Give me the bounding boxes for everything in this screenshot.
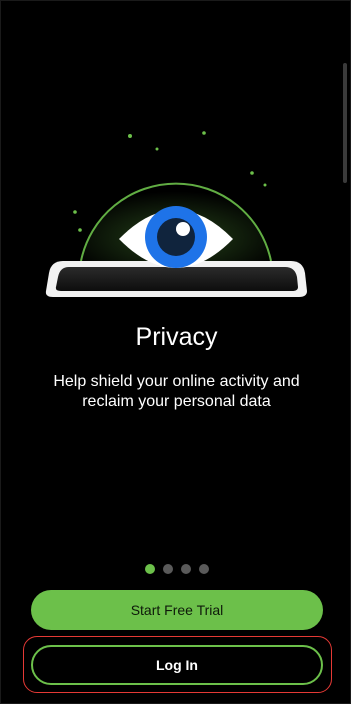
- start-free-trial-button[interactable]: Start Free Trial: [31, 590, 323, 630]
- sparkle-dot: [128, 134, 132, 138]
- onboarding-description: Help shield your online activity and rec…: [53, 373, 300, 410]
- sparkle-dot: [250, 171, 254, 175]
- page-dot-4[interactable]: [198, 564, 209, 574]
- sparkle-dot: [73, 210, 77, 214]
- sparkle-dot: [263, 183, 267, 187]
- page-dot-2[interactable]: [162, 564, 173, 574]
- page-dot-1[interactable]: [144, 564, 155, 574]
- page-indicator: [1, 564, 351, 574]
- login-button[interactable]: Log In: [31, 645, 323, 685]
- onboarding-title: Privacy: [135, 323, 218, 351]
- sparkle-dot: [78, 228, 82, 232]
- sparkle-dot: [202, 131, 206, 135]
- onboarding-screen: Privacy Help shield your online activity…: [0, 0, 351, 704]
- privacy-illustration: [45, 131, 308, 297]
- page-dot-3[interactable]: [180, 564, 191, 574]
- sparkle-dot: [155, 147, 159, 151]
